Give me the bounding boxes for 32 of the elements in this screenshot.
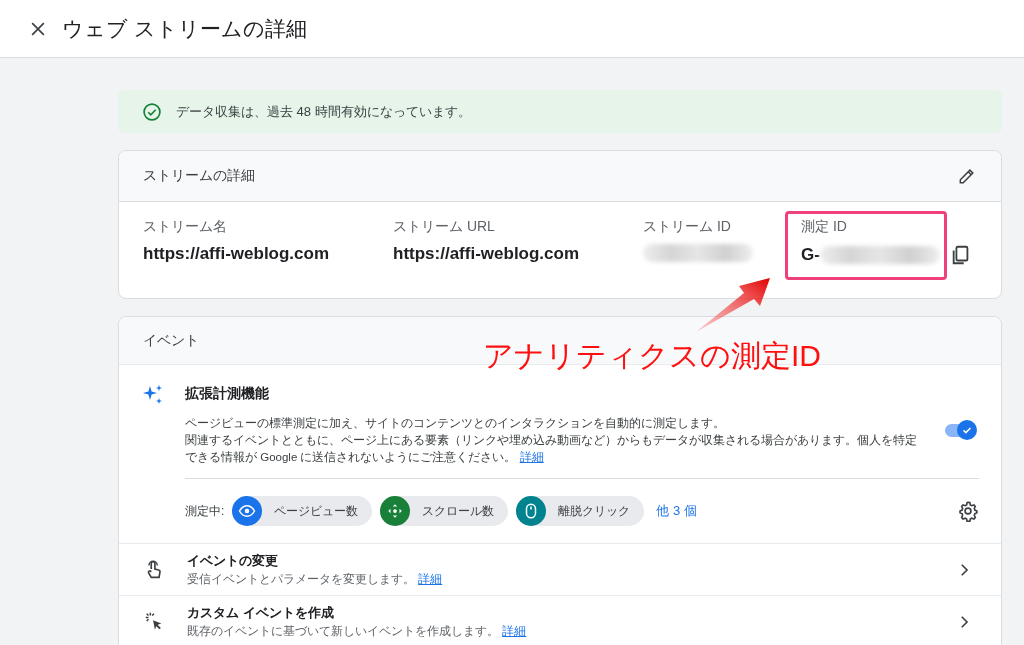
event-chip[interactable]: 離脱クリック [516, 496, 645, 526]
field-label: ストリーム名 [143, 218, 228, 236]
eye-icon [238, 502, 257, 520]
more-link[interactable]: 他 3 個 [656, 502, 697, 520]
page-title: ウェブ ストリームの詳細 [62, 15, 307, 42]
status-message: データ収集は、過去 48 時間有効になっています。 [176, 102, 471, 121]
row-title: カスタム イベントを作成 [187, 604, 335, 622]
field-label: ストリーム URL [393, 218, 496, 236]
field-label: ストリーム ID [643, 218, 732, 236]
settings-icon [957, 500, 979, 522]
field-label: 測定 ID [801, 218, 848, 236]
measuring-label: 測定中: [185, 502, 225, 520]
field-value: https://affi-weblog.com [143, 244, 330, 264]
toggle-switch[interactable] [943, 419, 979, 441]
card-title: イベント [143, 331, 199, 350]
field-value: https://affi-weblog.com [393, 244, 580, 264]
details-link[interactable]: 詳細 [519, 451, 544, 463]
event-chip[interactable]: ページビュー数 [232, 496, 373, 526]
card-title: ストリームの詳細 [143, 167, 255, 185]
description-text: ページビューの標準測定に加え、サイトのコンテンツとのインタラクションを自動的に測定します。 [185, 416, 726, 431]
row-title: イベントの変更 [187, 552, 279, 570]
field-value: G- [801, 245, 820, 265]
description-text: 関連するイベントとともに、ページ上にある要素（リンクや埋め込み動画など）からもデータが収集される場合があります。個人を特定できる情報が Google に送信されないようにご注意ください。 詳細 [185, 433, 918, 466]
row-description: 既存のイベントに基づいて新しいイベントを作成します。 詳細 [187, 624, 528, 639]
row-description: 受信イベントとパラメータを変更します。 詳細 [187, 572, 444, 587]
event-chip[interactable]: スクロール数 [380, 496, 509, 526]
check-circle-icon [142, 101, 162, 122]
annotation-label: アナリティクスの測定ID [483, 338, 821, 374]
section-title: 拡張計測機能 [185, 385, 270, 403]
settings-button[interactable] [957, 500, 979, 522]
details-link[interactable]: 詳細 [418, 573, 443, 585]
details-link[interactable]: 詳細 [502, 625, 527, 637]
